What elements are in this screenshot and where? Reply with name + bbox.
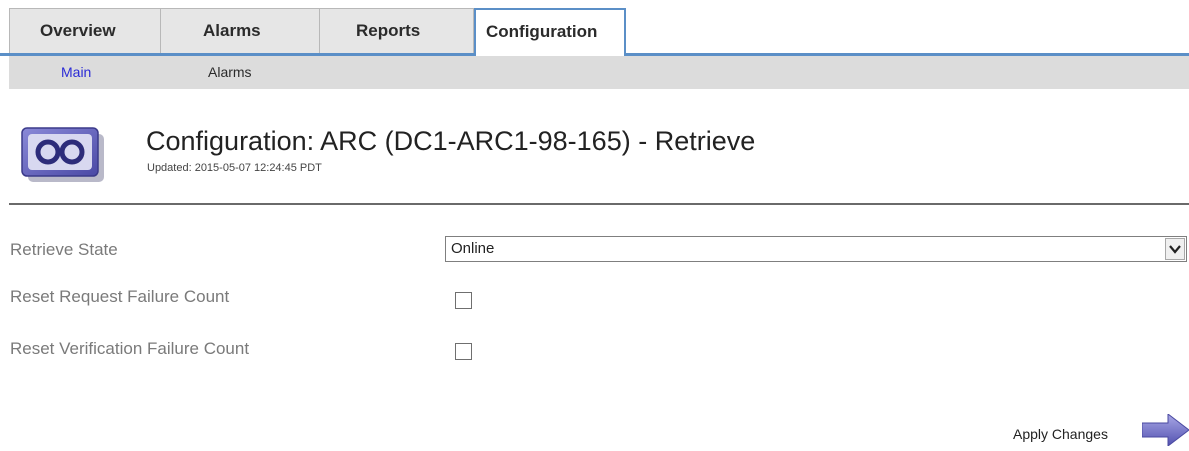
tab-reports[interactable]: Reports [319, 8, 474, 53]
sub-navigation: Main Alarms [9, 56, 1189, 89]
tab-configuration-label: Configuration [486, 22, 598, 41]
subnav-main[interactable]: Main [61, 64, 91, 80]
reset-verification-failure-count-label: Reset Verification Failure Count [10, 339, 250, 358]
updated-timestamp: Updated: 2015-05-07 12:24:45 PDT [147, 162, 322, 174]
reset-verification-failure-count-checkbox[interactable] [455, 343, 472, 360]
tab-configuration[interactable]: Configuration [474, 8, 626, 56]
tab-alarms[interactable]: Alarms [160, 8, 320, 53]
tab-overview-label: Overview [40, 21, 116, 40]
archive-node-icon [20, 126, 106, 183]
main-tab-bar: Overview Alarms Reports Configuration [0, 0, 1189, 56]
arrow-right-icon[interactable] [1141, 412, 1189, 448]
chevron-down-icon[interactable] [1165, 238, 1185, 260]
retrieve-state-value: Online [451, 240, 495, 257]
tab-alarms-label: Alarms [203, 21, 261, 40]
retrieve-state-label: Retrieve State [10, 240, 118, 259]
subnav-alarms[interactable]: Alarms [208, 64, 252, 80]
header-divider [9, 203, 1189, 205]
tab-reports-label: Reports [356, 21, 421, 40]
reset-request-failure-count-label: Reset Request Failure Count [10, 287, 230, 306]
apply-changes-label: Apply Changes [1013, 426, 1108, 442]
reset-request-failure-count-checkbox[interactable] [455, 292, 472, 309]
retrieve-state-select[interactable]: Online [445, 236, 1187, 262]
tab-overview[interactable]: Overview [9, 8, 161, 53]
page-title: Configuration: ARC (DC1-ARC1-98-165) - R… [146, 126, 756, 156]
apply-changes-button[interactable]: Apply Changes [1013, 412, 1189, 448]
